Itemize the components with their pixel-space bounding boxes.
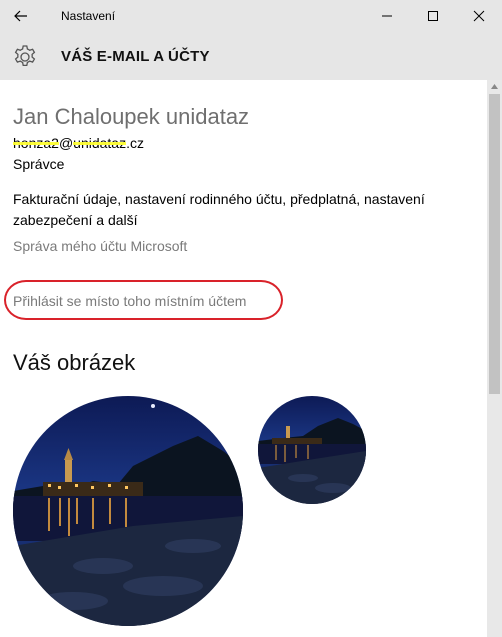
vertical-scrollbar[interactable] bbox=[487, 80, 502, 637]
title-bar: Nastavení bbox=[0, 0, 502, 32]
account-name: Jan Chaloupek unidataz bbox=[13, 104, 250, 129]
manage-microsoft-account-link[interactable]: Správa mého účtu Microsoft bbox=[13, 238, 187, 254]
scroll-up-arrow-icon[interactable] bbox=[487, 80, 502, 92]
email-user: honza2 bbox=[13, 135, 59, 151]
local-account-signin-link[interactable]: Přihlásit se místo toho místním účtem bbox=[13, 293, 246, 309]
previous-profile-picture[interactable] bbox=[258, 396, 366, 504]
maximize-icon bbox=[428, 11, 438, 21]
email-tld: .cz bbox=[126, 135, 144, 151]
scrollbar-thumb[interactable] bbox=[489, 94, 500, 394]
minimize-icon bbox=[382, 15, 392, 17]
maximize-button[interactable] bbox=[410, 0, 456, 32]
page-header: VÁŠ E-MAIL A ÚČTY bbox=[0, 32, 502, 80]
email-at: @ bbox=[58, 135, 74, 151]
account-role: Správce bbox=[13, 156, 65, 172]
back-button[interactable] bbox=[8, 3, 34, 29]
page-title: VÁŠ E-MAIL A ÚČTY bbox=[61, 48, 210, 65]
close-icon bbox=[473, 10, 485, 22]
picture-section-title: Váš obrázek bbox=[13, 350, 136, 375]
account-email: honza2@unidataz.cz bbox=[13, 135, 144, 151]
email-domain: unidataz bbox=[73, 135, 127, 151]
app-title: Nastavení bbox=[61, 9, 116, 23]
content-area: Jan Chaloupek unidataz honza2@unidataz.c… bbox=[0, 80, 487, 637]
close-button[interactable] bbox=[456, 0, 502, 32]
current-profile-picture bbox=[13, 396, 243, 626]
gear-icon bbox=[14, 45, 36, 67]
back-arrow-icon bbox=[14, 10, 27, 22]
account-description: Fakturační údaje, nastavení rodinného úč… bbox=[13, 191, 425, 228]
minimize-button[interactable] bbox=[364, 0, 410, 32]
